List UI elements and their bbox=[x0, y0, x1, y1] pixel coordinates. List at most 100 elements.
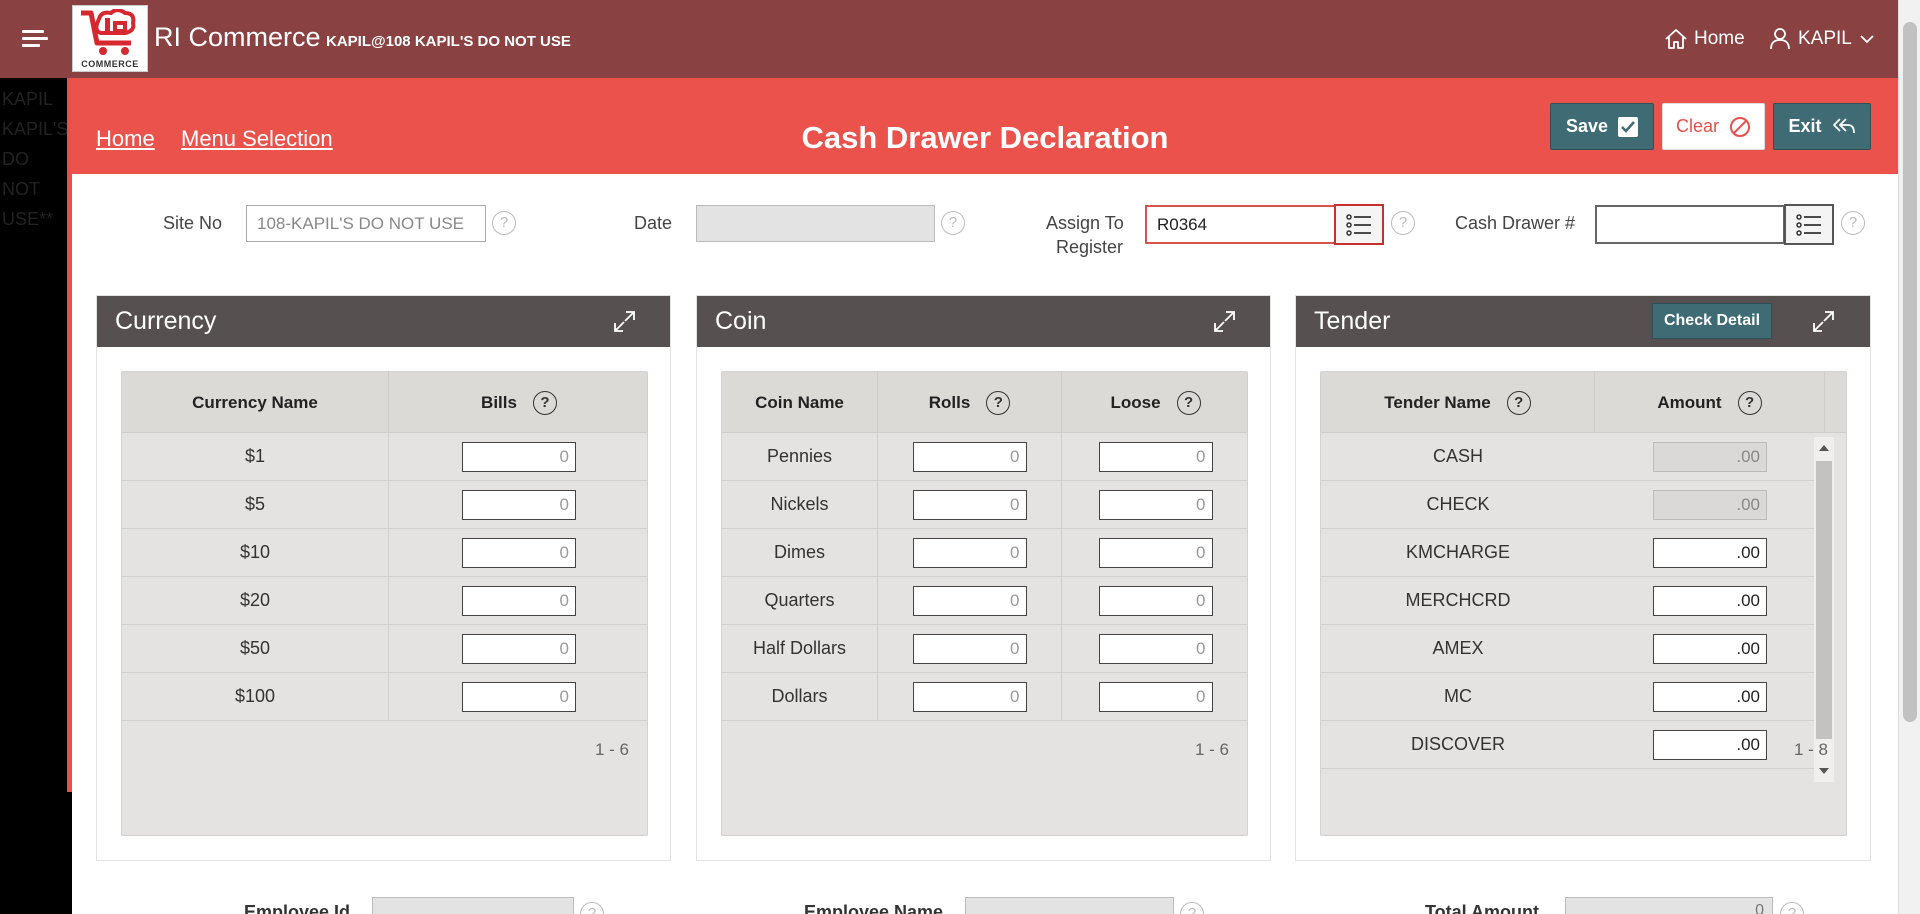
ban-icon bbox=[1730, 116, 1750, 137]
amount-input[interactable]: .00 bbox=[1653, 681, 1767, 712]
expand-icon[interactable] bbox=[1811, 309, 1836, 334]
page-scrollbar[interactable] bbox=[1898, 0, 1920, 914]
rolls-cell: 0 bbox=[878, 529, 1062, 576]
amount-input[interactable]: .00 bbox=[1653, 585, 1767, 616]
date-help-icon[interactable]: ? bbox=[941, 211, 965, 235]
expand-icon[interactable] bbox=[1212, 309, 1237, 334]
currency-name-cell: $100 bbox=[122, 673, 389, 720]
app-subtitle: KAPIL@108 KAPIL'S DO NOT USE bbox=[326, 33, 571, 50]
table-row: $100 0 bbox=[122, 673, 647, 721]
amount-cell: .00 bbox=[1595, 721, 1825, 768]
rolls-input[interactable]: 0 bbox=[912, 681, 1027, 712]
page-header: Home Menu Selection Cash Drawer Declarat… bbox=[72, 78, 1898, 174]
tender-name-cell: DISCOVER bbox=[1410, 734, 1506, 754]
user-menu[interactable]: KAPIL bbox=[1770, 27, 1874, 51]
loose-input[interactable]: 0 bbox=[1098, 537, 1213, 568]
save-button[interactable]: Save bbox=[1550, 103, 1654, 150]
page-scroll-thumb[interactable] bbox=[1903, 22, 1917, 722]
coin-name-cell: Dimes bbox=[722, 529, 878, 576]
loose-input[interactable]: 0 bbox=[1098, 441, 1213, 472]
bills-help-icon[interactable]: ? bbox=[532, 390, 557, 415]
amount-input[interactable]: .00 bbox=[1653, 633, 1767, 664]
employee-name-input[interactable] bbox=[965, 897, 1174, 914]
rolls-input[interactable]: 0 bbox=[912, 441, 1027, 472]
col-bills[interactable]: Bills ? bbox=[389, 372, 649, 433]
tender-name-cell: CHECK bbox=[1426, 494, 1490, 514]
exit-button[interactable]: Exit bbox=[1773, 103, 1871, 150]
sidebar-accent-line bbox=[67, 78, 72, 792]
table-row: Half Dollars 0 0 bbox=[722, 625, 1247, 673]
left-sidebar-collapsed: KAPIL KAPIL'S DO NOT USE** bbox=[0, 78, 72, 914]
breadcrumb-menu-selection-link[interactable]: Menu Selection bbox=[181, 126, 333, 152]
employee-name-help-icon[interactable]: ? bbox=[1180, 902, 1204, 914]
employee-id-help-icon[interactable]: ? bbox=[580, 902, 604, 914]
amount-input[interactable]: .00 bbox=[1653, 537, 1767, 568]
amount-cell: .00 bbox=[1595, 481, 1825, 528]
rolls-help-icon[interactable]: ? bbox=[986, 390, 1011, 415]
amount-input[interactable]: .00 bbox=[1653, 489, 1767, 520]
loose-cell: 0 bbox=[1062, 577, 1249, 624]
rolls-input[interactable]: 0 bbox=[912, 537, 1027, 568]
total-amount-input[interactable]: 0 bbox=[1565, 897, 1773, 914]
rolls-input[interactable]: 0 bbox=[912, 585, 1027, 616]
breadcrumb-home-link[interactable]: Home bbox=[96, 126, 155, 152]
scroll-up-icon[interactable] bbox=[1819, 445, 1829, 451]
loose-help-icon[interactable]: ? bbox=[1176, 390, 1201, 415]
site-no-help-icon[interactable]: ? bbox=[492, 211, 516, 235]
app-title: RI Commerce bbox=[154, 22, 321, 52]
scroll-down-icon[interactable] bbox=[1819, 768, 1829, 774]
amount-input[interactable]: .00 bbox=[1653, 441, 1767, 472]
col-loose[interactable]: Loose ? bbox=[1062, 372, 1249, 433]
tender-scroll-thumb[interactable] bbox=[1816, 461, 1832, 739]
date-label: Date bbox=[634, 213, 673, 233]
tender-name-cell: AMEX bbox=[1432, 638, 1484, 658]
loose-input[interactable]: 0 bbox=[1098, 489, 1213, 520]
amount-cell: .00 bbox=[1595, 577, 1825, 624]
checkbox-checked-icon bbox=[1618, 116, 1639, 137]
tender-name-cell: KMCHARGE bbox=[1405, 542, 1510, 562]
cash-drawer-lookup-button[interactable] bbox=[1784, 204, 1834, 245]
loose-input[interactable]: 0 bbox=[1098, 681, 1213, 712]
currency-grid-header: Currency Name Bills ? bbox=[122, 372, 647, 433]
menu-icon[interactable] bbox=[22, 28, 48, 48]
rolls-input[interactable]: 0 bbox=[912, 633, 1027, 664]
table-row: Quarters 0 0 bbox=[722, 577, 1247, 625]
tender-panel-header: Tender Check Detail bbox=[1296, 296, 1870, 347]
date-input[interactable] bbox=[696, 205, 935, 242]
cash-drawer-input[interactable] bbox=[1595, 205, 1785, 244]
table-row: KMCHARGE .00 bbox=[1321, 529, 1825, 577]
tender-scrollbar[interactable] bbox=[1814, 437, 1834, 782]
clear-button[interactable]: Clear bbox=[1662, 103, 1765, 150]
bills-input[interactable]: 0 bbox=[462, 489, 576, 520]
loose-cell: 0 bbox=[1062, 529, 1249, 576]
top-home-link[interactable]: Home bbox=[1664, 27, 1745, 51]
loose-input[interactable]: 0 bbox=[1098, 585, 1213, 616]
assign-register-help-icon[interactable]: ? bbox=[1391, 211, 1415, 235]
col-coin-name-label: Coin Name bbox=[755, 392, 844, 412]
table-row-partial bbox=[1321, 769, 1825, 782]
bills-cell: 0 bbox=[389, 625, 649, 672]
bills-input[interactable]: 0 bbox=[462, 441, 576, 472]
check-detail-button[interactable]: Check Detail bbox=[1652, 303, 1772, 339]
col-rolls[interactable]: Rolls ? bbox=[878, 372, 1062, 433]
table-row: DISCOVER .00 bbox=[1321, 721, 1825, 769]
rolls-input[interactable]: 0 bbox=[912, 489, 1027, 520]
expand-icon[interactable] bbox=[612, 309, 637, 334]
col-currency-name[interactable]: Currency Name bbox=[122, 372, 389, 433]
bills-input[interactable]: 0 bbox=[462, 633, 576, 664]
currency-grid: Currency Name Bills ? $1 0 $5 0 $10 0 $20 0 $50 0… bbox=[121, 371, 648, 836]
employee-id-input[interactable] bbox=[372, 897, 574, 914]
cash-drawer-help-icon[interactable]: ? bbox=[1841, 211, 1865, 235]
assign-register-lookup-button[interactable] bbox=[1334, 204, 1384, 245]
total-amount-help-icon[interactable]: ? bbox=[1780, 902, 1804, 914]
col-coin-name[interactable]: Coin Name bbox=[722, 372, 878, 433]
currency-name-cell: $20 bbox=[122, 577, 389, 624]
bills-input[interactable]: 0 bbox=[462, 537, 576, 568]
assign-register-input[interactable]: R0364 bbox=[1145, 205, 1337, 244]
site-no-input[interactable]: 108-KAPIL'S DO NOT USE bbox=[246, 205, 486, 242]
bills-input[interactable]: 0 bbox=[462, 585, 576, 616]
amount-cell: .00 bbox=[1595, 625, 1825, 672]
amount-input[interactable]: .00 bbox=[1653, 729, 1767, 760]
bills-input[interactable]: 0 bbox=[462, 681, 576, 712]
loose-input[interactable]: 0 bbox=[1098, 633, 1213, 664]
